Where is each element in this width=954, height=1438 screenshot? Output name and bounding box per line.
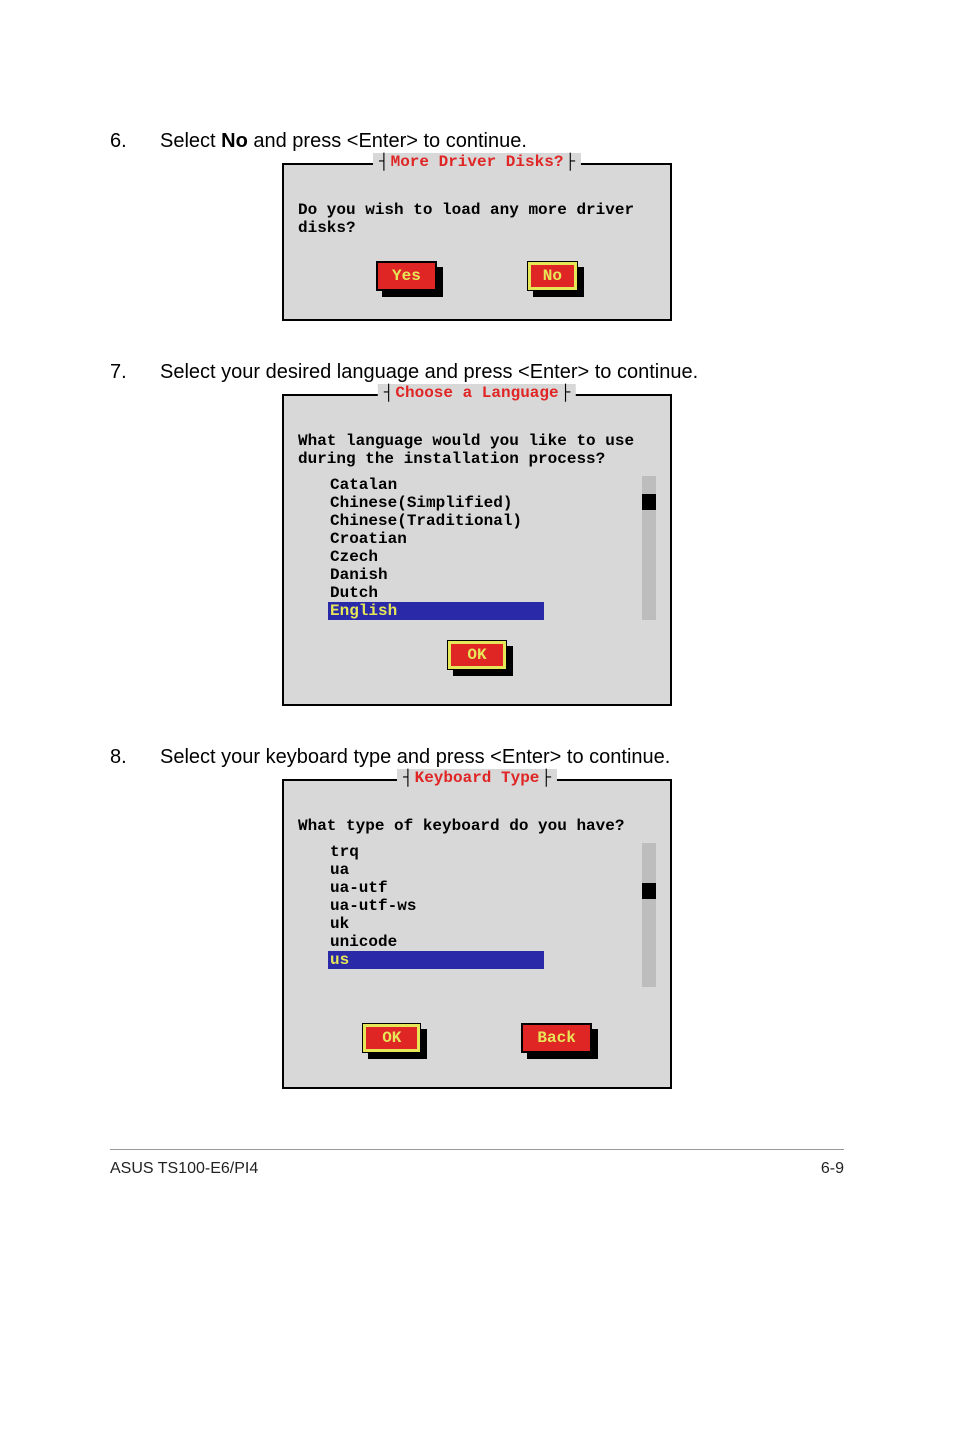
list-item[interactable]: Czech [328,548,638,566]
step-8-text: Select your keyboard type and press <Ent… [160,746,844,769]
list-item[interactable]: ua-utf-ws [328,897,638,915]
yes-button[interactable]: Yes [376,261,437,291]
list-item[interactable]: Danish [328,566,638,584]
scrollbar[interactable]: # [642,843,656,987]
dialog2-title: Choose a Language [378,384,576,402]
dialog2-body: What language would you like to use duri… [298,432,656,468]
list-item[interactable]: trq [328,843,638,861]
step-8-row: 8. Select your keyboard type and press <… [110,746,844,769]
step-6-text-bold: No [221,130,248,152]
step-7-number: 7. [110,361,160,384]
dialog3-body: What type of keyboard do you have? [298,817,656,835]
step-6-row: 6. Select No and press <Enter> to contin… [110,130,844,153]
page-footer: ASUS TS100-E6/PI4 6-9 [110,1149,844,1178]
dialog3-title: Keyboard Type [397,769,557,787]
language-list[interactable]: Catalan Chinese(Simplified) Chinese(Trad… [328,476,638,620]
step-7-text: Select your desired language and press <… [160,361,844,384]
list-item[interactable]: ua-utf [328,879,638,897]
back-button[interactable]: Back [521,1023,591,1053]
list-item[interactable]: Catalan [328,476,638,494]
list-item[interactable]: Chinese(Traditional) [328,512,638,530]
list-item[interactable]: uk [328,915,638,933]
scrollbar-thumb[interactable]: # [642,883,656,899]
scrollbar-thumb[interactable]: # [642,494,656,510]
scrollbar[interactable]: # [642,476,656,620]
list-item[interactable]: ua [328,861,638,879]
dialog1-title: More Driver Disks? [373,153,581,171]
list-item[interactable]: Dutch [328,584,638,602]
list-item[interactable]: Croatian [328,530,638,548]
step-8-number: 8. [110,746,160,769]
step-6-text-after: and press <Enter> to continue. [248,130,527,152]
footer-right: 6-9 [821,1160,844,1178]
ok-button[interactable]: OK [362,1023,421,1053]
step-6-text: Select No and press <Enter> to continue. [160,130,844,153]
step-7-row: 7. Select your desired language and pres… [110,361,844,384]
list-item[interactable]: unicode [328,933,638,951]
list-item-selected[interactable]: English [328,602,544,620]
footer-left: ASUS TS100-E6/PI4 [110,1160,258,1178]
step-6-number: 6. [110,130,160,153]
step-6-text-before: Select [160,130,221,152]
dialog-more-driver-disks: More Driver Disks? Do you wish to load a… [282,163,672,321]
dialog-keyboard-type: Keyboard Type What type of keyboard do y… [282,779,672,1089]
dialog-choose-language: Choose a Language What language would yo… [282,394,672,706]
list-item[interactable]: Chinese(Simplified) [328,494,638,512]
dialog1-body: Do you wish to load any more driver disk… [298,201,656,237]
keyboard-list[interactable]: trq ua ua-utf ua-utf-ws uk unicode us # [328,843,638,987]
no-button[interactable]: No [527,261,578,291]
list-item-selected[interactable]: us [328,951,544,969]
ok-button[interactable]: OK [447,640,506,670]
